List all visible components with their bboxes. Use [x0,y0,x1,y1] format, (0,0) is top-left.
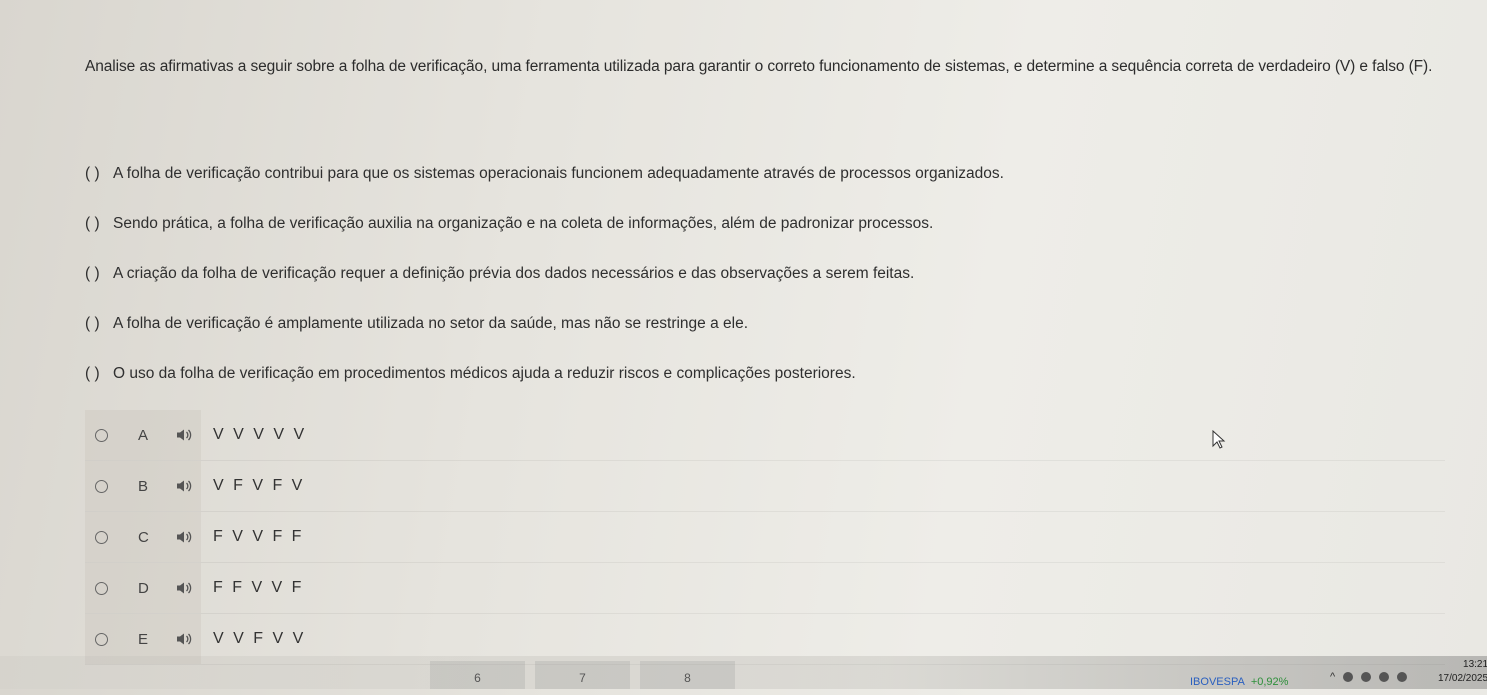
question-pagination: 6 7 8 [430,661,745,689]
option-letter: C [138,528,149,546]
radio-button-c[interactable] [95,530,108,544]
ticker-name: IBOVESPA [1190,676,1245,688]
question-text: Analise as afirmativas a seguir sobre a … [85,58,1433,75]
answer-options: A V V V V V B V F V F V C F V V F F D F … [85,410,1445,665]
speaker-icon[interactable] [176,479,192,493]
statement-text: O uso da folha de verificação em procedi… [113,365,856,382]
statement-item: ( ) A folha de verificação contribui para… [85,164,1285,214]
radio-button-a[interactable] [95,428,108,442]
radio-button-e[interactable] [95,632,108,646]
answer-blank: ( ) [85,315,100,332]
option-b[interactable]: B V F V F V [85,461,1445,512]
option-letter: E [138,630,149,648]
mouse-cursor-icon [1212,430,1226,449]
system-clock[interactable]: 13:21 17/02/2025 [1438,658,1487,686]
statement-item: ( ) Sendo prática, a folha de verificação… [85,214,1285,264]
page-tab-7[interactable]: 7 [535,661,630,689]
option-text[interactable]: V V F V V [213,630,306,648]
statement-text: Sendo prática, a folha de verificação au… [113,215,934,232]
statement-item: ( ) A folha de verificação é amplamente u… [85,314,1285,364]
option-selector[interactable]: C [85,512,201,562]
statements-list: ( ) A folha de verificação contribui para… [85,164,1285,414]
radio-button-b[interactable] [95,479,108,493]
option-text[interactable]: V V V V V [213,426,307,444]
stock-ticker[interactable]: IBOVESPA +0,92% [1190,676,1288,688]
statement-text: A folha de verificação é amplamente util… [113,315,749,332]
option-text[interactable]: V F V F V [213,477,305,495]
tray-app-icon[interactable] [1361,672,1372,682]
volume-icon[interactable] [1343,672,1354,682]
tray-app-icon[interactable] [1379,672,1390,682]
option-a[interactable]: A V V V V V [85,410,1445,461]
answer-blank: ( ) [85,365,100,382]
clock-date: 17/02/2025 [1438,673,1487,684]
option-selector[interactable]: D [85,563,201,613]
option-letter: B [138,477,149,495]
speaker-icon[interactable] [176,530,192,544]
chevron-up-icon[interactable]: ^ [1330,671,1335,683]
speaker-icon[interactable] [176,581,192,595]
speaker-icon[interactable] [176,428,192,442]
radio-button-d[interactable] [95,581,108,595]
network-icon[interactable] [1397,672,1408,682]
option-text[interactable]: F V V F F [213,528,304,546]
ticker-change: +0,92% [1250,676,1289,688]
option-selector[interactable]: A [85,410,201,460]
answer-blank: ( ) [85,215,100,232]
statement-text: A criação da folha de verificação requer… [113,265,915,282]
answer-blank: ( ) [85,265,100,282]
speaker-icon[interactable] [176,632,192,646]
option-d[interactable]: D F F V V F [85,563,1445,614]
clock-time: 13:21 [1463,659,1487,670]
option-letter: D [138,579,149,597]
option-text[interactable]: F F V V F [213,579,304,597]
statement-item: ( ) A criação da folha de verificação req… [85,264,1285,314]
option-c[interactable]: C F V V F F [85,512,1445,563]
statement-text: A folha de verificação contribui para qu… [113,165,1004,182]
option-selector[interactable]: B [85,461,201,511]
page-tab-6[interactable]: 6 [430,661,525,689]
system-tray: ^ [1330,671,1408,683]
page-tab-8[interactable]: 8 [640,661,735,689]
option-letter: A [138,426,149,444]
statement-item: ( ) O uso da folha de verificação em proc… [85,364,1285,414]
answer-blank: ( ) [85,165,100,182]
